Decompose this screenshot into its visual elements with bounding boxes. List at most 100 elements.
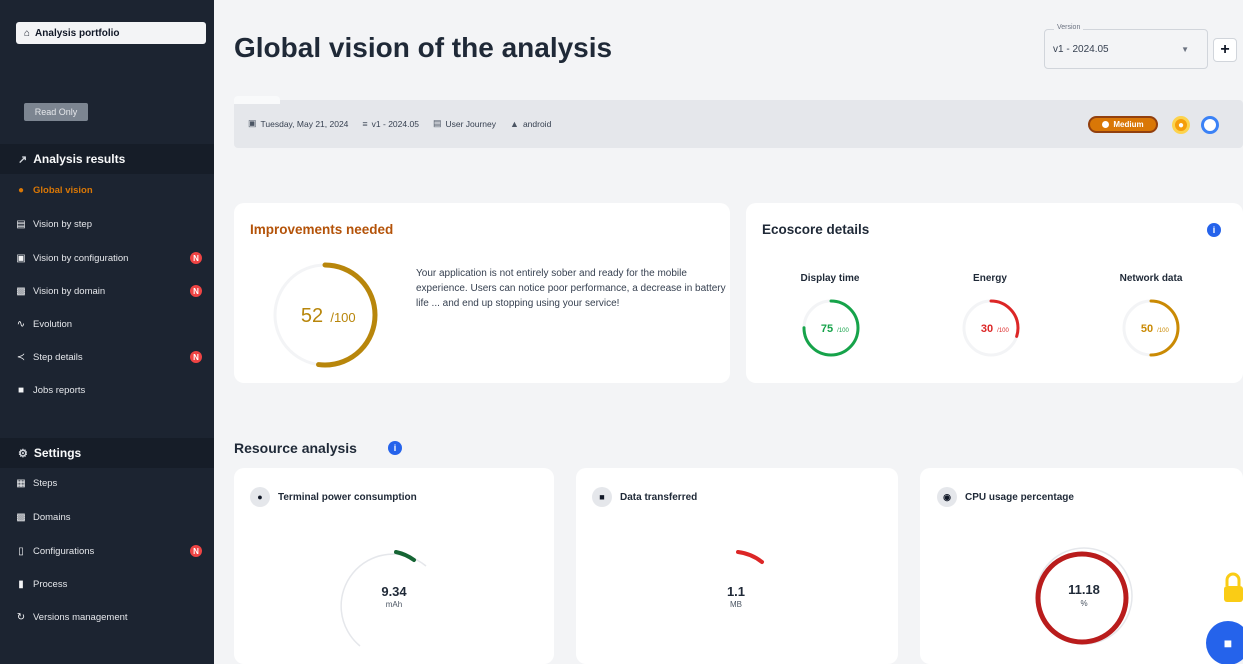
power-consumption-gauge: 9.34 mAh: [340, 550, 427, 647]
sidebar-item-global-vision[interactable]: ● Global vision: [0, 179, 214, 201]
globe-icon: ●: [17, 184, 25, 196]
version-select[interactable]: v1 - 2024.05 ▼ Version: [1044, 24, 1208, 70]
gauge-value: 50: [1141, 323, 1153, 335]
sidebar-item-label: Vision by domain: [33, 285, 106, 297]
level-badge: Medium: [1088, 116, 1158, 133]
award-icon[interactable]: ●: [1172, 116, 1190, 134]
gauge-value: 30: [981, 323, 993, 335]
analysis-results-label: Analysis results: [33, 152, 126, 166]
trend-icon: ∿: [16, 318, 26, 330]
sidebar-item-evolution[interactable]: ∿ Evolution: [0, 313, 214, 335]
bulb-icon: ●: [250, 487, 270, 507]
gauge-value: 75: [821, 323, 833, 335]
energy-gauge: 30 /100: [962, 299, 1020, 357]
chat-button[interactable]: ■: [1206, 621, 1243, 664]
sidebar-item-vision-by-domain[interactable]: ▩ Vision by domain N: [0, 280, 214, 302]
info-bar-tab: [234, 96, 280, 104]
file-icon: ▮: [18, 578, 24, 590]
analysis-results-section[interactable]: ↗ Analysis results: [0, 144, 214, 174]
sidebar-item-versions-management[interactable]: ↻ Versions management: [0, 606, 214, 628]
versions-icon: ↻: [16, 611, 26, 623]
level-text: Medium: [1113, 120, 1144, 129]
network-data-gauge: 50 /100: [1122, 299, 1180, 357]
sidebar-item-configurations[interactable]: ▯ Configurations N: [0, 540, 214, 562]
sidebar-item-domains[interactable]: ▩ Domains: [0, 506, 214, 528]
share-icon: ≺: [16, 351, 26, 363]
sidebar-item-label: Domains: [33, 511, 71, 523]
lock-icon[interactable]: [1221, 570, 1243, 604]
sidebar-item-label: Step details: [33, 351, 83, 363]
display-time-gauge: 75 /100: [802, 299, 860, 357]
settings-label: Settings: [33, 446, 82, 460]
ecoscore-title: Ecoscore details: [762, 222, 870, 237]
report-icon: ■: [17, 384, 25, 396]
version-select-field[interactable]: v1 - 2024.05 ▼: [1044, 29, 1208, 69]
add-version-button[interactable]: +: [1213, 38, 1237, 62]
android-icon: ▲: [510, 118, 519, 129]
sidebar-item-step-details[interactable]: ≺ Step details N: [0, 346, 214, 368]
date-info: ▣ Tuesday, May 21, 2024: [248, 118, 348, 129]
platform-info: ▲ android: [510, 119, 551, 129]
sidebar-item-vision-by-step[interactable]: ▤ Vision by step: [0, 213, 214, 235]
gauge-max: /100: [997, 328, 1009, 334]
power-value: 9.34: [381, 584, 407, 599]
analysis-portfolio-label: Analysis portfolio: [35, 27, 120, 39]
sidebar-item-jobs-reports[interactable]: ■ Jobs reports: [0, 379, 214, 401]
sidebar-item-label: Jobs reports: [33, 384, 86, 396]
gauge-arc: [394, 550, 416, 562]
status-circle-icon[interactable]: [1201, 116, 1219, 134]
gauge-max: /100: [837, 328, 849, 334]
sidebar-item-label: Process: [33, 578, 68, 590]
network-data-label: Network data: [1119, 273, 1183, 284]
improvements-title: Improvements needed: [250, 222, 394, 237]
calendar-icon: ▣: [248, 118, 257, 128]
gauge-max: /100: [1157, 328, 1169, 334]
sidebar-item-process[interactable]: ▮ Process: [0, 573, 214, 595]
sidebar-item-label: Vision by step: [33, 218, 92, 230]
sidebar-item-label: Global vision: [33, 184, 93, 196]
chart-line-icon: ↗: [18, 153, 28, 166]
data-icon: ■: [592, 487, 612, 507]
improvements-description: Your application is not entirely sober a…: [416, 268, 726, 309]
ecoscore-info-icon[interactable]: i: [1207, 223, 1221, 237]
home-icon: ⌂: [24, 27, 31, 39]
journey-text: User Journey: [445, 118, 497, 129]
new-badge: N: [190, 351, 202, 363]
data-transferred-label: Data transferred: [620, 491, 698, 503]
new-badge: N: [190, 285, 202, 297]
sidebar: ⌂ Analysis portfolio Read Only ↗ Analysi…: [0, 0, 214, 664]
improvements-score-gauge: 52 /100: [272, 262, 378, 368]
cpu-unit: %: [1080, 599, 1087, 608]
chevron-down-icon: ▼: [1181, 44, 1189, 54]
date-text: Tuesday, May 21, 2024: [260, 118, 349, 129]
page-title: Global vision of the analysis: [234, 32, 613, 63]
power-consumption-header: ● Terminal power consumption: [250, 487, 417, 507]
version-value: v1 - 2024.05: [1053, 43, 1109, 55]
sidebar-item-vision-by-configuration[interactable]: ▣ Vision by configuration N: [0, 247, 214, 269]
stack-icon: ≡: [362, 118, 368, 129]
cpu-usage-label: CPU usage percentage: [965, 491, 1074, 503]
power-consumption-label: Terminal power consumption: [278, 491, 417, 503]
journey-icon: ▤: [432, 118, 442, 128]
sidebar-item-label: Evolution: [33, 318, 73, 330]
gauge-arc: [736, 550, 764, 564]
read-only-badge: Read Only: [24, 103, 88, 121]
power-unit: mAh: [386, 600, 402, 609]
analysis-info-items: ▣ Tuesday, May 21, 2024 ≡ v1 - 2024.05 ▤…: [248, 118, 551, 129]
gauge-track: [340, 553, 427, 647]
sidebar-item-label: Steps: [33, 477, 58, 489]
level-dot-icon: [1102, 121, 1110, 128]
settings-box-icon: ▣: [16, 252, 26, 264]
phone-icon: ▯: [18, 545, 24, 557]
domain-icon: ▩: [16, 285, 26, 297]
score-value: 52: [301, 305, 323, 327]
settings-section[interactable]: ⚙ Settings: [0, 438, 214, 468]
bar-chart-icon: ▤: [16, 218, 26, 230]
analysis-portfolio-button[interactable]: ⌂ Analysis portfolio: [16, 22, 206, 44]
version-info: ≡ v1 - 2024.05: [362, 119, 419, 129]
sidebar-item-steps[interactable]: ▦ Steps: [0, 472, 214, 494]
folder-icon: ▩: [16, 511, 26, 523]
resource-info-icon[interactable]: i: [388, 441, 402, 455]
cpu-value: 11.18: [1068, 582, 1100, 597]
sidebar-item-label: Versions management: [33, 611, 128, 623]
